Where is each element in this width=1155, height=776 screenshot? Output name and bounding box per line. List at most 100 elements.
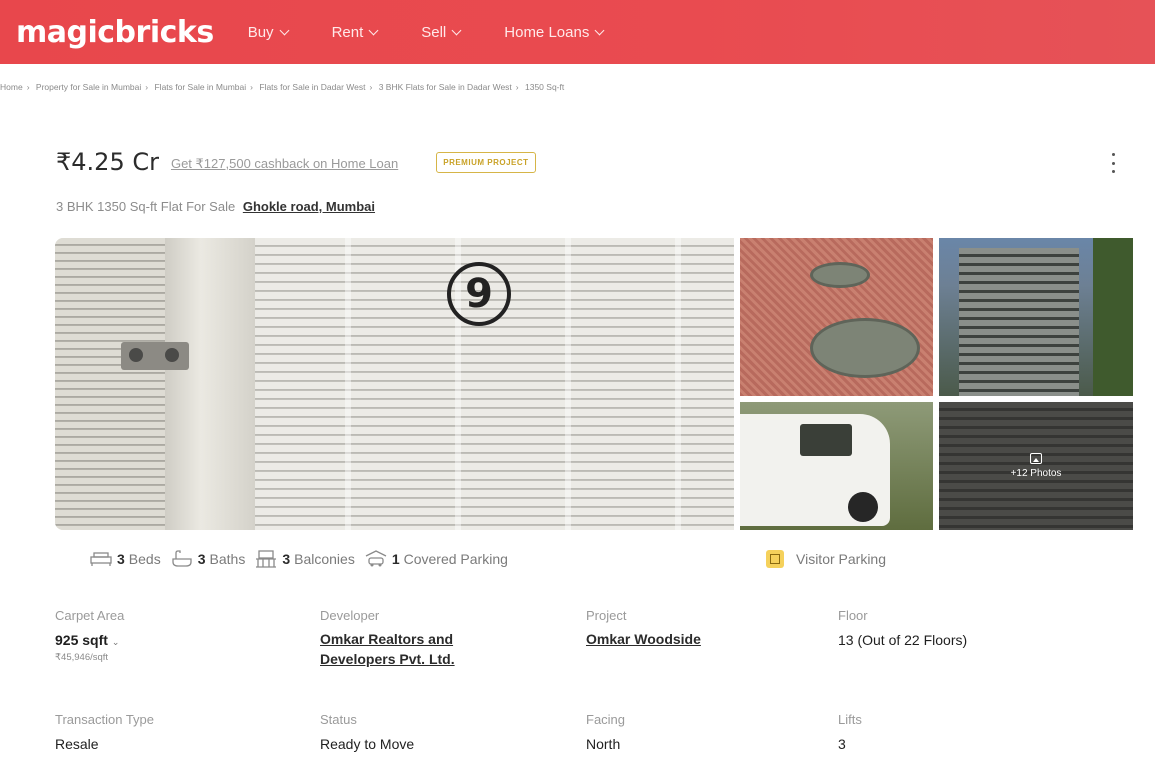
baths-label: Baths	[209, 551, 246, 567]
amenity-bar: 3 Beds 3 Baths 3 Balconies 1 Covered Par…	[76, 530, 1100, 588]
bath-icon	[172, 550, 192, 567]
parking-count: 1	[391, 551, 400, 567]
price-row: ₹4.25 Cr Get ₹127,500 cashback on Home L…	[56, 148, 536, 176]
beds-label: Beds	[128, 551, 161, 567]
nav-home-loans-label: Home Loans	[504, 23, 590, 41]
detail-facing: Facing North	[586, 712, 625, 752]
listing-price: ₹4.25 Cr	[56, 148, 159, 176]
building	[959, 248, 1079, 396]
listing-config: 3 BHK 1350 Sq-ft Flat For Sale	[56, 199, 236, 214]
more-options-icon[interactable]	[1108, 150, 1118, 176]
thumbnail-photo-1[interactable]	[740, 238, 933, 396]
breadcrumb-separator: ›	[369, 82, 373, 92]
baths-count: 3	[197, 551, 206, 567]
lifts-label: Lifts	[838, 712, 862, 727]
transaction-type-value: Resale	[55, 736, 99, 752]
floor-value: 13 (Out of 22 Floors)	[838, 632, 968, 648]
main-photo[interactable]: 9	[55, 238, 734, 530]
carpet-area-value[interactable]: 925 sqft ⌄	[55, 632, 124, 648]
developer-name-line2: Developers Pvt. Ltd.	[320, 651, 455, 667]
breadcrumb-separator: ›	[515, 82, 519, 92]
cashback-link[interactable]: Get ₹127,500 cashback on Home Loan	[171, 156, 398, 172]
car-icon	[365, 550, 387, 567]
nav-sell[interactable]: Sell	[421, 23, 462, 41]
detail-project: Project Omkar Woodside	[586, 608, 701, 649]
nav-rent-label: Rent	[331, 23, 364, 41]
detail-lifts: Lifts 3	[838, 712, 862, 752]
facing-value: North	[586, 736, 621, 752]
facing-label: Facing	[586, 712, 626, 727]
nav-buy[interactable]: Buy	[247, 23, 290, 41]
developer-link[interactable]: Omkar Realtors and Developers Pvt. Ltd.	[320, 629, 455, 669]
more-photos-label: +12 Photos	[1010, 468, 1062, 479]
detail-carpet-area: Carpet Area 925 sqft ⌄ ₹45,946/sqft	[55, 608, 124, 663]
premium-project-badge: PREMIUM PROJECT	[436, 151, 536, 173]
light-stripe	[675, 238, 681, 530]
breadcrumb-property-mumbai[interactable]: Property for Sale in Mumbai	[36, 82, 141, 92]
chevron-down-icon	[279, 25, 290, 35]
beds-info: 3 Beds	[90, 551, 161, 567]
status-value: Ready to Move	[320, 736, 415, 752]
breadcrumb-3bhk-dadar[interactable]: 3 BHK Flats for Sale in Dadar West	[379, 82, 512, 92]
main-nav: Buy Rent Sell Home Loans	[248, 24, 648, 41]
chevron-down-icon	[451, 25, 462, 35]
detail-developer: Developer Omkar Realtors and Developers …	[320, 608, 455, 669]
breadcrumb-flats-mumbai[interactable]: Flats for Sale in Mumbai	[154, 82, 246, 92]
nav-buy-label: Buy	[247, 23, 274, 41]
photo-icon	[1030, 453, 1042, 464]
chevron-down-icon	[368, 25, 379, 35]
breadcrumb-home[interactable]: Home	[0, 82, 23, 92]
project-label: Project	[586, 608, 627, 623]
breadcrumb-separator: ›	[26, 82, 30, 92]
van-window	[800, 424, 852, 456]
balconies-info: 3 Balconies	[255, 550, 355, 568]
nav-sell-label: Sell	[421, 23, 447, 41]
manhole	[810, 318, 920, 378]
developer-label: Developer	[320, 608, 380, 623]
parking-label: Covered Parking	[403, 551, 508, 567]
parking-icon	[766, 550, 784, 568]
light-stripe	[345, 238, 351, 530]
bed-icon	[90, 552, 112, 566]
detail-floor: Floor 13 (Out of 22 Floors)	[838, 608, 967, 648]
van-wheel	[848, 492, 878, 522]
nav-home-loans[interactable]: Home Loans	[504, 23, 605, 41]
lifts-value: 3	[838, 736, 846, 752]
pillar	[165, 238, 255, 530]
status-label: Status	[320, 712, 357, 727]
detail-status: Status Ready to Move	[320, 712, 414, 752]
breadcrumb-flats-dadar[interactable]: Flats for Sale in Dadar West	[259, 82, 365, 92]
light-stripe	[565, 238, 571, 530]
chevron-down-icon: ⌄	[111, 637, 120, 647]
floor-label: Floor	[838, 608, 868, 623]
breadcrumb: Home › Property for Sale in Mumbai › Flats…	[0, 82, 564, 92]
thumbnail-photo-3[interactable]	[740, 402, 933, 530]
listing-subtitle: 3 BHK 1350 Sq-ft Flat For Sale Ghokle ro…	[56, 199, 375, 214]
breadcrumb-separator: ›	[250, 82, 253, 92]
balcony-icon	[256, 550, 277, 568]
top-header: magicbricks Buy Rent Sell Home Loans	[0, 0, 1155, 64]
shutter-number: 9	[447, 262, 511, 326]
carpet-area-number: 925 sqft	[55, 632, 108, 648]
beds-count: 3	[117, 551, 125, 567]
listing-location-link[interactable]: Ghokle road, Mumbai	[243, 199, 375, 214]
balconies-count: 3	[282, 551, 291, 567]
more-photos-overlay[interactable]: +12 Photos	[939, 402, 1133, 530]
manhole	[810, 262, 870, 288]
visitor-parking-info: Visitor Parking	[766, 550, 886, 568]
chevron-down-icon	[594, 25, 605, 35]
nav-rent[interactable]: Rent	[331, 23, 379, 41]
developer-name-line1: Omkar Realtors and	[320, 631, 454, 647]
visitor-parking-label: Visitor Parking	[796, 551, 887, 567]
breadcrumb-current: 1350 Sq-ft	[525, 82, 565, 92]
tree	[1093, 238, 1133, 396]
parking-info: 1 Covered Parking	[365, 550, 508, 568]
project-link[interactable]: Omkar Woodside	[586, 629, 701, 649]
baths-info: 3 Baths	[171, 550, 246, 568]
shutter-lock	[121, 342, 189, 370]
thumbnail-photo-2[interactable]	[939, 238, 1133, 396]
transaction-type-label: Transaction Type	[55, 712, 154, 727]
magicbricks-logo[interactable]: magicbricks	[16, 15, 214, 50]
thumbnail-photo-4[interactable]: +12 Photos	[939, 402, 1133, 530]
detail-transaction-type: Transaction Type Resale	[55, 712, 154, 752]
